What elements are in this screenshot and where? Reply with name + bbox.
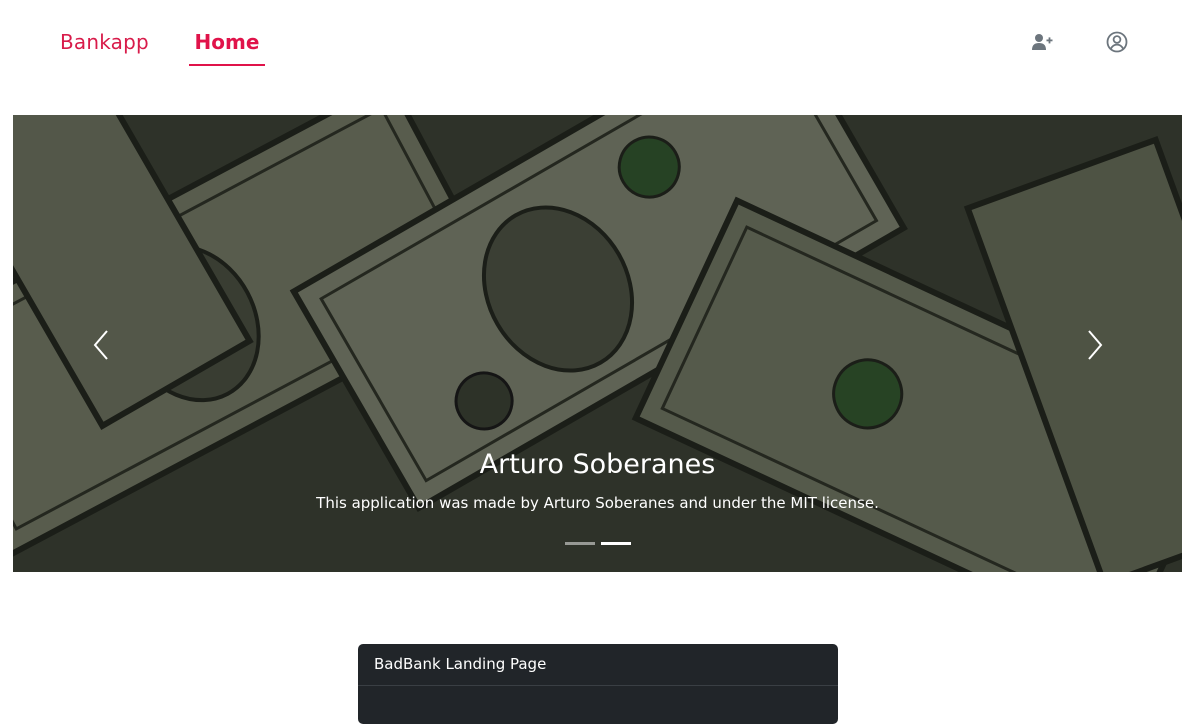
carousel-caption-title: Arturo Soberanes — [479, 449, 716, 480]
user-circle-icon[interactable] — [1106, 31, 1128, 53]
brand-logo[interactable]: Bankapp — [60, 30, 149, 54]
carousel-prev-button[interactable] — [83, 325, 123, 371]
chevron-left-icon — [93, 330, 108, 360]
card-header: BadBank Landing Page — [358, 644, 838, 686]
nav-link-home[interactable]: Home — [189, 28, 265, 66]
add-user-icon[interactable] — [1031, 31, 1053, 53]
carousel-next-button[interactable] — [1075, 325, 1115, 371]
chevron-right-icon — [1088, 330, 1103, 360]
carousel-caption-text: This application was made by Arturo Sobe… — [316, 494, 879, 512]
navbar: Bankapp Home — [0, 0, 1194, 86]
landing-card: BadBank Landing Page — [358, 644, 838, 724]
hero-carousel: Arturo Soberanes This application was ma… — [13, 115, 1182, 572]
carousel-indicator-1[interactable] — [565, 542, 595, 545]
carousel-indicator-2[interactable] — [601, 542, 631, 545]
card-title: BadBank Landing Page — [374, 655, 547, 673]
